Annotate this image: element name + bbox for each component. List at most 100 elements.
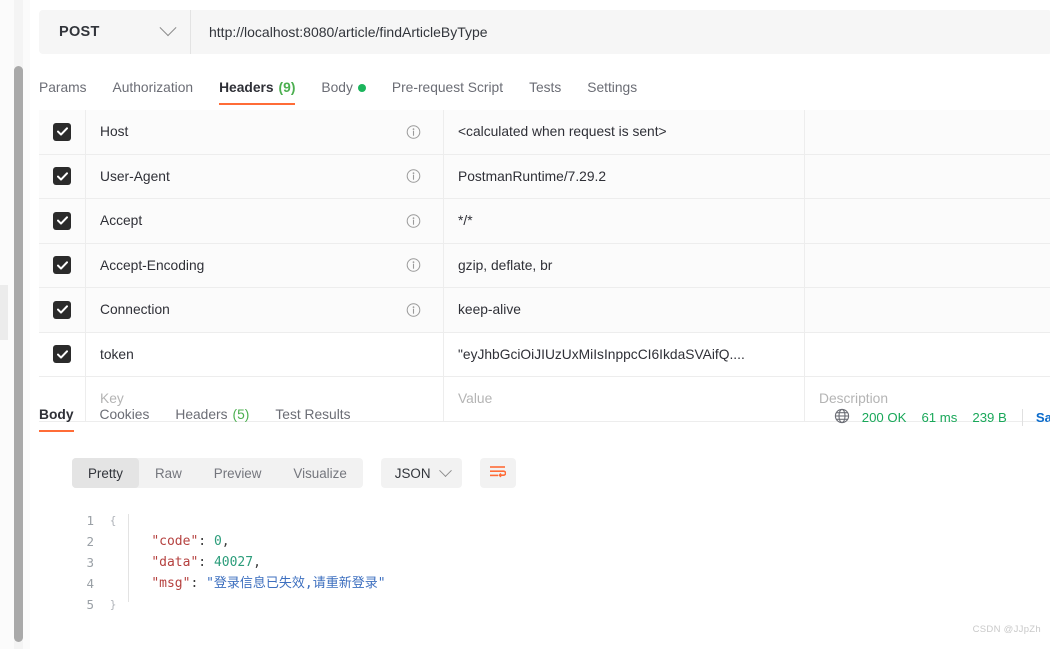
request-response-pane: POST http://localhost:8080/article/findA… <box>30 0 1050 649</box>
tab-headers-count: (9) <box>278 80 296 95</box>
table-row[interactable]: Accept */* <box>39 199 1050 244</box>
tab-authorization[interactable]: Authorization <box>113 78 194 105</box>
header-description-cell[interactable] <box>805 110 1050 154</box>
tab-params[interactable]: Params <box>39 78 87 105</box>
tab-body-label: Body <box>321 80 353 95</box>
header-key-cell[interactable]: User-Agent <box>86 154 444 198</box>
header-enabled-checkbox[interactable] <box>53 211 71 230</box>
info-icon[interactable] <box>406 124 421 139</box>
table-row[interactable]: Host <calculated when request is sent> <box>39 110 1050 155</box>
view-mode-preview-label: Preview <box>213 465 262 481</box>
response-tab-test-results[interactable]: Test Results <box>275 405 350 432</box>
method-selector[interactable]: POST <box>39 10 191 54</box>
header-enabled-checkbox[interactable] <box>53 300 71 319</box>
code-line: 4 "msg": "登录信息已失效,请重新登录" <box>72 573 1050 594</box>
header-value-cell[interactable]: <calculated when request is sent> <box>444 110 805 154</box>
view-mode-pretty-label: Pretty <box>88 465 123 481</box>
table-row[interactable]: Accept-Encoding gzip, deflate, br <box>39 243 1050 288</box>
response-tabs-bar: Body Cookies Headers (5) Test Results 20… <box>39 405 1050 439</box>
code-line: 2 "code": 0, <box>72 531 1050 552</box>
header-value-text: <calculated when request is sent> <box>458 124 667 140</box>
tab-headers[interactable]: Headers (9) <box>219 78 296 105</box>
header-enabled-checkbox[interactable] <box>53 256 71 275</box>
wrap-lines-button[interactable] <box>479 458 516 488</box>
header-value-cell[interactable]: keep-alive <box>444 288 805 332</box>
header-enabled-checkbox[interactable] <box>53 122 71 141</box>
header-key-cell[interactable]: Accept-Encoding <box>86 243 444 287</box>
header-key-cell[interactable]: Host <box>86 110 444 154</box>
header-enabled-checkbox[interactable] <box>53 167 71 186</box>
postman-window: POST http://localhost:8080/article/findA… <box>0 0 1050 649</box>
info-icon[interactable] <box>406 213 421 228</box>
code-fold-marker[interactable]: { <box>106 510 120 531</box>
header-description-cell[interactable] <box>805 288 1050 332</box>
tab-body[interactable]: Body <box>321 78 366 105</box>
view-mode-pretty[interactable]: Pretty <box>72 458 139 488</box>
header-description-cell[interactable] <box>805 333 1050 377</box>
view-mode-raw[interactable]: Raw <box>139 458 198 488</box>
response-body-code[interactable]: 1{2 "code": 0, 3 "data": 40027, 4 "msg": "… <box>72 510 1050 649</box>
tab-settings[interactable]: Settings <box>587 78 637 105</box>
header-description-cell[interactable] <box>805 244 1050 288</box>
tab-pre-request-script[interactable]: Pre-request Script <box>392 78 503 105</box>
view-mode-preview[interactable]: Preview <box>198 458 278 488</box>
response-tab-cookies[interactable]: Cookies <box>100 405 150 432</box>
vertical-scrollbar-thumb[interactable] <box>14 66 23 642</box>
info-icon[interactable] <box>406 302 421 317</box>
status-code: 200 OK <box>861 410 907 425</box>
code-fold-marker[interactable]: } <box>106 594 120 615</box>
table-row[interactable]: token "eyJhbGciOiJIUzUxMiIsInppcCI6IkdaSV… <box>39 332 1050 377</box>
tab-tests-label: Tests <box>529 80 562 95</box>
response-body-toolbar: Pretty Raw Preview Visualize JSON <box>72 458 516 488</box>
response-tabs: Body Cookies Headers (5) Test Results <box>39 405 377 432</box>
header-key-text: Host <box>100 124 129 140</box>
header-key-text: User-Agent <box>100 168 170 184</box>
url-input[interactable]: http://localhost:8080/article/findArticl… <box>191 24 488 40</box>
view-mode-visualize[interactable]: Visualize <box>277 458 362 488</box>
header-key-cell[interactable]: Connection <box>86 288 444 332</box>
table-row[interactable]: User-Agent PostmanRuntime/7.29.2 <box>39 154 1050 199</box>
save-response-button[interactable]: Sa <box>1036 410 1050 425</box>
watermark: CSDN @JJpZh <box>972 624 1041 635</box>
header-value-cell[interactable]: "eyJhbGciOiJIUzUxMiIsInppcCI6IkdaSVAifQ.… <box>444 332 805 376</box>
response-tab-headers-label: Headers <box>175 407 228 422</box>
url-bar: POST http://localhost:8080/article/findA… <box>39 10 1050 54</box>
header-key-text: Connection <box>100 302 170 318</box>
globe-icon <box>834 408 850 427</box>
line-number: 4 <box>86 576 94 591</box>
tab-tests[interactable]: Tests <box>529 78 561 105</box>
code-line: 3 "data": 40027, <box>72 552 1050 573</box>
table-row[interactable]: Connection keep-alive <box>39 288 1050 333</box>
header-value-cell[interactable]: */* <box>444 199 805 243</box>
header-enabled-checkbox[interactable] <box>53 345 71 364</box>
header-description-cell[interactable] <box>805 199 1050 243</box>
column-header-value: Value <box>458 391 493 407</box>
header-key-text: Accept <box>100 213 143 229</box>
response-tab-body[interactable]: Body <box>39 405 74 432</box>
response-tab-headers[interactable]: Headers (5) <box>175 405 249 432</box>
code-line: 1{ <box>72 510 1050 531</box>
tab-pre-request-script-label: Pre-request Script <box>391 80 504 95</box>
code-text: "data": 40027, <box>151 555 261 570</box>
header-key-cell[interactable]: token <box>86 332 444 376</box>
header-value-cell[interactable]: PostmanRuntime/7.29.2 <box>444 154 805 198</box>
column-header-description: Description <box>819 391 889 407</box>
header-key-cell[interactable]: Accept <box>86 199 444 243</box>
header-value-cell[interactable]: gzip, deflate, br <box>444 243 805 287</box>
format-selector[interactable]: JSON <box>380 458 462 488</box>
format-label: JSON <box>394 465 431 481</box>
chevron-down-icon <box>159 19 177 37</box>
response-status-group: 200 OK 61 ms 239 B Sa <box>834 408 1050 427</box>
indent-guide <box>128 514 129 602</box>
method-label: POST <box>59 24 100 40</box>
headers-table: Host <calculated when request is sent> Use… <box>39 110 1050 422</box>
tab-settings-label: Settings <box>587 80 638 95</box>
wrap-lines-icon <box>489 464 507 482</box>
info-icon[interactable] <box>406 169 421 184</box>
sidebar-collapse-handle[interactable] <box>0 285 8 340</box>
status-time: 61 ms <box>921 410 958 425</box>
header-description-cell[interactable] <box>805 155 1050 199</box>
chevron-down-icon <box>438 463 452 477</box>
header-enabled-cell <box>39 199 86 243</box>
info-icon[interactable] <box>406 258 421 273</box>
